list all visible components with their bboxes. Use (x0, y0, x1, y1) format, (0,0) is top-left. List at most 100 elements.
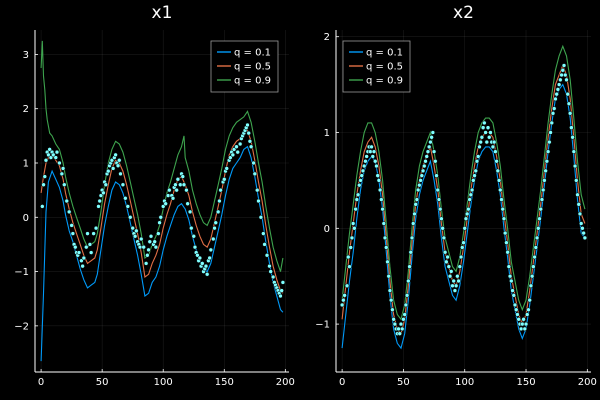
data-point (187, 209, 193, 215)
data-point (551, 106, 557, 111)
data-point (57, 160, 62, 166)
data-point (211, 236, 216, 242)
data-point (377, 187, 383, 193)
data-point (355, 192, 361, 198)
data-point (458, 254, 464, 260)
data-point (262, 242, 267, 247)
chart-title: x1 (152, 3, 173, 23)
data-point (258, 215, 264, 220)
data-point (371, 149, 377, 154)
data-point (533, 245, 539, 250)
data-point (134, 228, 139, 234)
y-tick-label: 0 (324, 224, 330, 235)
data-point (436, 197, 442, 202)
data-point (264, 253, 270, 258)
data-point (558, 77, 563, 83)
y-tick-label: 3 (23, 50, 29, 61)
data-point (417, 182, 422, 188)
data-point (148, 234, 154, 239)
data-point (404, 293, 410, 298)
y-tick-label: 1 (23, 159, 29, 170)
data-point (101, 190, 106, 196)
data-point (173, 182, 178, 187)
legend-label: q = 0.9 (234, 76, 271, 87)
chart-title: x2 (453, 3, 474, 23)
data-point (361, 163, 367, 169)
data-point (138, 236, 144, 242)
data-point (527, 297, 532, 303)
data-point (230, 152, 236, 158)
data-point (368, 149, 373, 154)
data-point (510, 288, 515, 293)
data-point (349, 235, 355, 241)
x-tick-label: 150 (215, 377, 234, 388)
data-point (482, 120, 487, 126)
x-tick-label: 100 (154, 377, 173, 388)
data-point (152, 239, 157, 244)
data-point (165, 193, 171, 198)
data-point (247, 139, 253, 144)
data-point (358, 178, 363, 183)
data-point (350, 221, 356, 226)
data-point (485, 125, 491, 130)
data-point (339, 302, 345, 308)
data-point (469, 187, 475, 193)
data-point (352, 226, 357, 231)
data-point (445, 254, 450, 260)
data-point (357, 182, 362, 188)
data-point (498, 187, 503, 193)
x-tick-label: 0 (339, 377, 345, 388)
data-point (462, 226, 467, 231)
data-point (167, 187, 172, 193)
data-point (536, 226, 541, 231)
data-point (422, 163, 427, 169)
data-point (424, 154, 429, 159)
data-point (555, 87, 561, 92)
data-point (132, 234, 138, 239)
legend-label: q = 0.5 (234, 62, 271, 73)
data-point (455, 273, 460, 279)
data-point (506, 264, 512, 269)
y-tick-label: 0 (23, 213, 29, 224)
data-point (425, 149, 431, 154)
data-point (548, 130, 553, 135)
data-point (372, 158, 378, 164)
data-point (341, 297, 346, 303)
data-point (532, 254, 537, 260)
y-tick-label: 2 (23, 104, 29, 115)
figure: 0 50 100 150 200−2−10123x1q = 0.1q = 0.5q = … (0, 0, 600, 400)
data-point (567, 111, 573, 116)
data-point (115, 163, 121, 168)
data-point (466, 206, 471, 212)
x-tick-label: 150 (516, 377, 535, 388)
data-point (463, 216, 469, 221)
data-point (40, 204, 45, 209)
data-point (85, 231, 90, 236)
data-point (146, 247, 151, 253)
data-point (575, 192, 580, 198)
data-point (554, 91, 559, 97)
legend-label: q = 0.9 (366, 76, 403, 87)
data-point (570, 135, 575, 140)
data-point (217, 198, 222, 204)
data-point (267, 263, 272, 269)
data-point (429, 135, 434, 140)
data-point (392, 321, 398, 327)
data-point (456, 278, 461, 284)
data-point (434, 173, 439, 178)
data-point (246, 130, 251, 136)
data-point (245, 122, 250, 128)
data-point (215, 209, 221, 215)
data-point (145, 253, 150, 258)
data-point (91, 231, 96, 236)
data-point (475, 154, 481, 159)
data-point (412, 211, 417, 217)
data-point (528, 283, 534, 289)
data-point (413, 202, 418, 207)
data-point (396, 326, 401, 332)
data-point (451, 278, 456, 284)
data-point (374, 163, 379, 169)
data-point (444, 259, 449, 265)
data-point (96, 204, 101, 209)
data-point (391, 317, 396, 322)
